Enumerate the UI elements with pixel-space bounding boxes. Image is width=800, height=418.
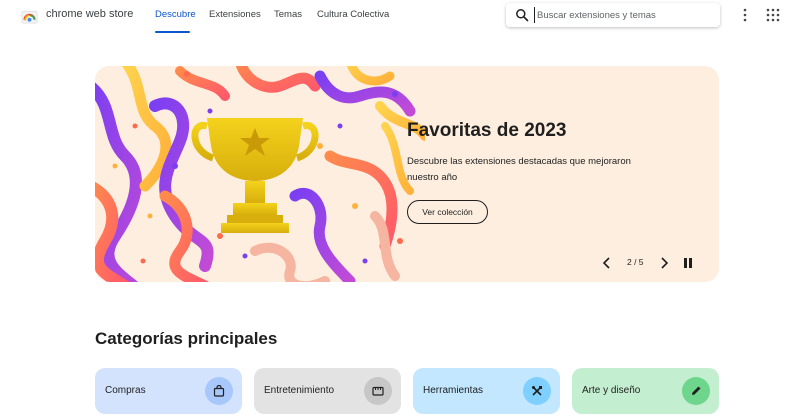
carousel-pager: 2 / 5 — [627, 257, 644, 267]
featured-banner[interactable]: Favoritas de 2023 Descubre las extension… — [95, 66, 719, 282]
category-entretenimiento[interactable]: Entretenimiento — [254, 368, 401, 414]
banner-title: Favoritas de 2023 — [407, 120, 567, 141]
banner-description: Descubre las extensiones destacadas que … — [407, 156, 631, 183]
chevron-left-icon[interactable] — [600, 256, 614, 270]
search-input[interactable] — [534, 7, 714, 23]
category-label: Compras — [105, 385, 146, 396]
chrome-web-store-logo-icon[interactable] — [21, 7, 38, 24]
pencil-icon — [682, 377, 710, 405]
brand-name[interactable]: chrome web store — [46, 8, 133, 20]
category-label: Entretenimiento — [264, 385, 335, 396]
category-arte-y-diseno[interactable]: Arte y diseño — [572, 368, 719, 414]
search-box[interactable] — [506, 3, 720, 27]
search-icon — [516, 9, 529, 22]
pause-icon[interactable] — [682, 257, 694, 269]
view-collection-button[interactable]: Ver colección — [407, 200, 488, 224]
tab-cultura-colectiva[interactable]: Cultura Colectiva — [317, 9, 389, 20]
chevron-right-icon[interactable] — [657, 256, 671, 270]
google-apps-icon[interactable] — [766, 8, 780, 22]
top-header: chrome web store Descubre Extensiones Te… — [0, 0, 800, 34]
tab-temas[interactable]: Temas — [274, 9, 302, 20]
tab-extensiones[interactable]: Extensiones — [209, 9, 261, 20]
shopping-bag-icon — [205, 377, 233, 405]
active-tab-indicator — [155, 31, 190, 33]
category-label: Arte y diseño — [582, 385, 641, 396]
category-compras[interactable]: Compras — [95, 368, 242, 414]
tab-descubre[interactable]: Descubre — [155, 9, 196, 20]
ticket-icon — [364, 377, 392, 405]
trophy-confetti-illustration — [95, 66, 425, 282]
tools-icon — [523, 377, 551, 405]
more-options-icon[interactable] — [740, 8, 750, 22]
section-title: Categorías principales — [95, 329, 278, 348]
category-herramientas[interactable]: Herramientas — [413, 368, 560, 414]
category-label: Herramientas — [423, 385, 484, 396]
